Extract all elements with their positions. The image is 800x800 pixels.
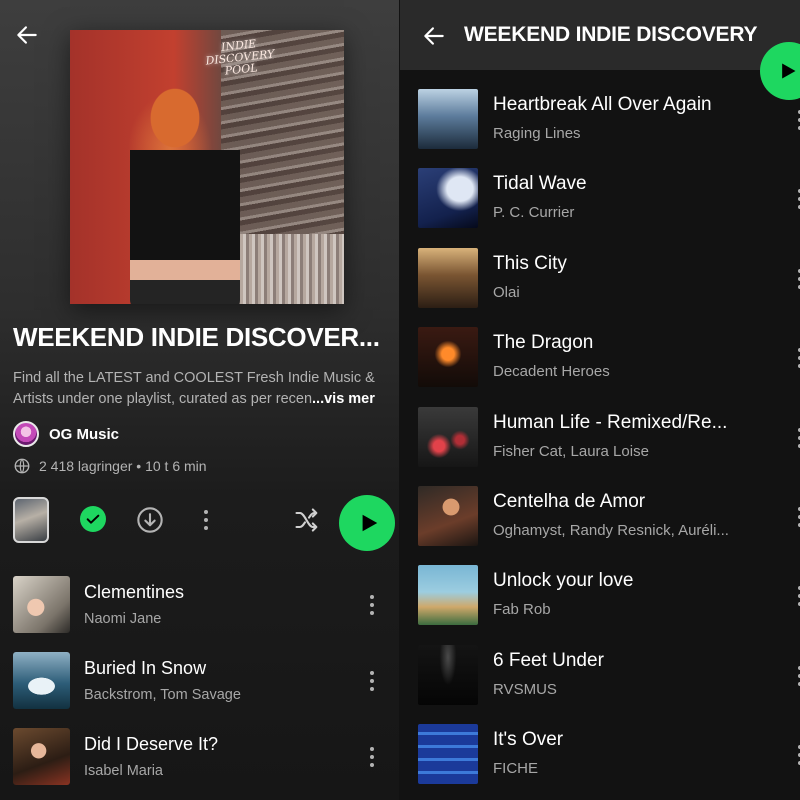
track-row[interactable]: Heartbreak All Over Again Raging Lines (418, 89, 800, 168)
track-artist: RVSMUS (493, 680, 557, 698)
owner-name: OG Music (49, 425, 120, 443)
track-artist: P. C. Currier (493, 204, 575, 222)
track-row[interactable]: 6 Feet Under RVSMUS (418, 644, 800, 724)
shuffle-icon (295, 508, 318, 532)
track-more-button[interactable] (362, 590, 382, 620)
track-more-button[interactable] (792, 105, 800, 135)
track-list: Clementines Naomi Jane Buried In Snow Ba… (13, 576, 388, 800)
track-row[interactable]: Human Life - Remixed/Re... Fisher Cat, L… (418, 406, 800, 486)
track-title: Clementines (84, 582, 185, 602)
track-artist: Oghamyst, Randy Resnick, Auréli... (493, 521, 729, 539)
track-title: Unlock your love (493, 570, 634, 592)
track-artist: Raging Lines (493, 125, 581, 142)
track-more-button[interactable] (792, 264, 800, 294)
playlist-owner[interactable]: OG Music (13, 421, 119, 447)
track-title: Centelha de Amor (493, 490, 646, 512)
owner-avatar (13, 421, 39, 447)
track-more-button[interactable] (792, 581, 800, 611)
track-artist: Backstrom, Tom Savage (84, 687, 241, 703)
playlist-title: WEEKEND INDIE DISCOVER... (13, 322, 380, 352)
track-artwork (418, 724, 478, 785)
track-artwork (13, 652, 70, 709)
track-artwork (418, 247, 478, 308)
track-title: Heartbreak All Over Again (493, 94, 712, 115)
track-more-button[interactable] (792, 661, 800, 691)
playlist-meta: 2 418 lagringer • 10 t 6 min (13, 457, 207, 475)
more-vertical-icon (204, 510, 208, 530)
playlist-scrolled-panel: WEEKEND INDIE DISCOVERY Heartbreak All O… (400, 0, 800, 800)
track-title: This City (493, 252, 567, 274)
track-more-button[interactable] (792, 740, 800, 770)
arrow-left-icon (424, 27, 444, 45)
more-vertical-icon (370, 747, 374, 767)
track-artwork (13, 576, 70, 633)
track-artist: Fab Rob (493, 601, 551, 619)
track-row[interactable]: Did I Deserve It? Isabel Maria (13, 728, 388, 800)
playlist-controls (13, 495, 395, 551)
track-artwork (418, 89, 478, 149)
track-more-button[interactable] (792, 184, 800, 214)
track-more-button[interactable] (362, 666, 382, 696)
track-more-button[interactable] (792, 423, 800, 453)
track-artwork (418, 168, 478, 229)
preview-thumbnail[interactable] (13, 497, 49, 543)
shuffle-button[interactable] (292, 505, 322, 535)
track-title: Buried In Snow (84, 658, 207, 678)
track-artwork (418, 565, 478, 626)
playlist-panel: INDIE DISCOVERY POOL WEEKEND INDIE DISCO… (0, 0, 399, 800)
track-more-button[interactable] (792, 343, 800, 373)
play-button[interactable] (339, 495, 395, 551)
track-list: Heartbreak All Over Again Raging Lines T… (418, 89, 800, 800)
track-row[interactable]: Centelha de Amor Oghamyst, Randy Resnick… (418, 485, 800, 565)
sticky-header: WEEKEND INDIE DISCOVERY (400, 0, 800, 70)
back-button[interactable] (13, 21, 41, 49)
arrow-left-icon (17, 26, 37, 44)
track-artist: Isabel Maria (84, 763, 163, 779)
track-artwork (418, 644, 478, 705)
track-title: Did I Deserve It? (84, 734, 219, 754)
track-title: The Dragon (493, 332, 594, 354)
track-artwork (418, 327, 478, 388)
track-more-button[interactable] (362, 742, 382, 772)
track-row[interactable]: Clementines Naomi Jane (13, 576, 388, 652)
saved-button[interactable] (80, 506, 106, 532)
track-row[interactable]: The Dragon Decadent Heroes (418, 327, 800, 406)
track-artist: Fisher Cat, Laura Loise (493, 442, 649, 460)
cover-person (130, 70, 240, 304)
track-row[interactable]: Unlock your love Fab Rob (418, 565, 800, 644)
more-vertical-icon (370, 595, 374, 615)
more-options-button[interactable] (194, 505, 218, 535)
track-title: Tidal Wave (493, 173, 587, 195)
track-artist: Decadent Heroes (493, 363, 610, 381)
track-row[interactable]: Buried In Snow Backstrom, Tom Savage (13, 652, 388, 728)
track-row[interactable]: Tidal Wave P. C. Currier (418, 168, 800, 247)
download-icon (137, 507, 163, 533)
playlist-description: Find all the LATEST and COOLEST Fresh In… (13, 368, 398, 410)
track-row[interactable]: It's Over FICHE (418, 724, 800, 800)
track-artist: Naomi Jane (84, 611, 162, 627)
back-button[interactable] (420, 22, 448, 50)
track-artist: Olai (493, 283, 520, 301)
play-icon (362, 514, 378, 532)
track-title: 6 Feet Under (493, 649, 604, 671)
show-more-link[interactable]: ...vis mer (312, 391, 375, 407)
playlist-stats: 2 418 lagringer • 10 t 6 min (39, 458, 207, 474)
track-artist: FICHE (493, 760, 538, 778)
play-icon (782, 63, 796, 79)
track-more-button[interactable] (792, 502, 800, 532)
download-button[interactable] (136, 506, 164, 534)
playlist-cover: INDIE DISCOVERY POOL (70, 30, 344, 304)
track-artwork (418, 406, 478, 467)
track-title: It's Over (493, 729, 564, 751)
globe-icon (14, 458, 30, 474)
more-vertical-icon (370, 671, 374, 691)
track-title: Human Life - Remixed/Re... (493, 411, 728, 433)
track-artwork (418, 485, 478, 546)
track-row[interactable]: This City Olai (418, 247, 800, 327)
check-icon (86, 514, 100, 524)
header-title: WEEKEND INDIE DISCOVERY (464, 23, 758, 46)
track-artwork (13, 728, 70, 785)
